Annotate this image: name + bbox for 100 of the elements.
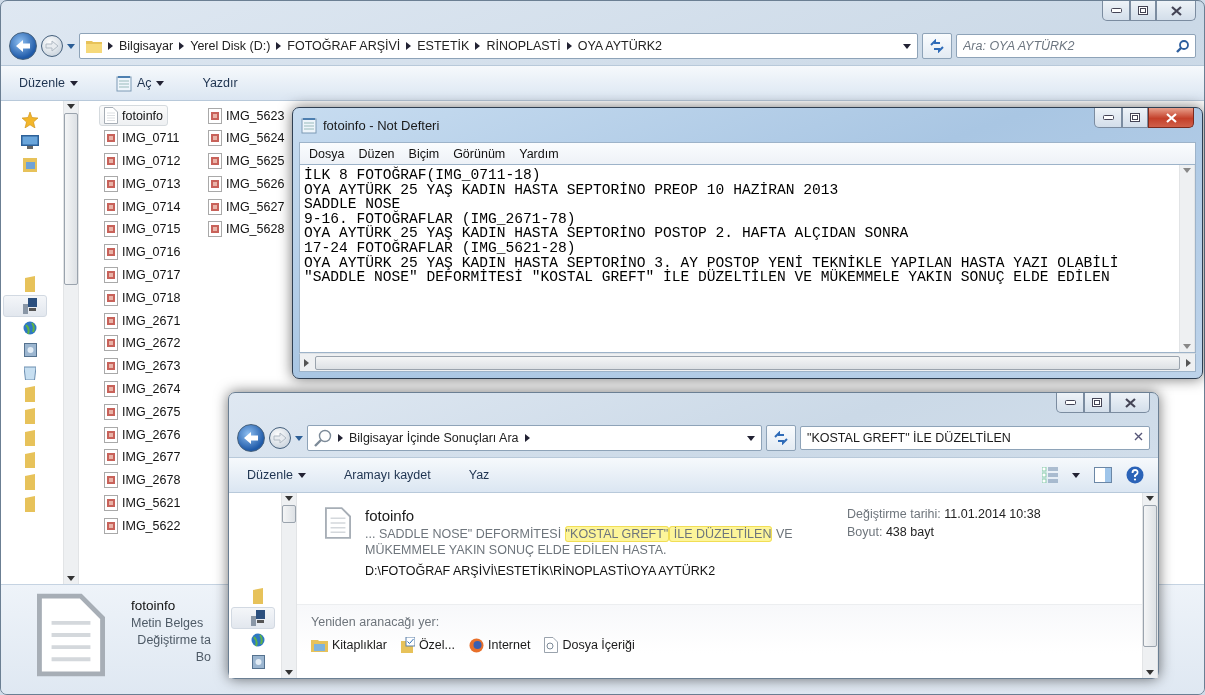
menu-item[interactable]: Dosya [302, 144, 352, 163]
close-icon [1170, 5, 1182, 16]
file-item[interactable]: IMG_5628 [203, 219, 290, 240]
image-file-icon [104, 403, 118, 420]
close-button[interactable] [1148, 108, 1194, 128]
toolbar-button[interactable]: Yazdır [198, 74, 242, 92]
back-button[interactable] [237, 424, 265, 452]
text-file-icon [104, 107, 118, 124]
file-item[interactable]: IMG_5627 [203, 196, 290, 218]
help-icon[interactable] [1126, 466, 1144, 484]
file-item[interactable]: IMG_2677 [99, 446, 186, 468]
address-bar[interactable]: Bilgisayar Yerel Disk (D:) FOTOĞRAF ARŞİVİ ESTETİK RİNOPLASTİ OYA AYTÜRK2 [79, 33, 918, 59]
file-item[interactable]: IMG_2674 [99, 378, 186, 400]
file-item[interactable]: IMG_0712 [99, 150, 186, 172]
close-button[interactable] [1156, 1, 1196, 21]
maximize-button[interactable] [1130, 1, 1156, 21]
nav-item[interactable] [231, 607, 275, 629]
file-item[interactable]: IMG_0717 [99, 264, 186, 286]
breadcrumb-item[interactable]: RİNOPLASTİ [486, 39, 561, 53]
address-bar[interactable]: Bilgisayar İçinde Sonuçları Ara [307, 425, 762, 451]
text-area[interactable] [299, 164, 1196, 353]
search-location-link[interactable]: Internet [469, 637, 531, 653]
scrollbar[interactable] [1179, 165, 1195, 352]
file-item[interactable]: fotoinfo [99, 105, 168, 126]
breadcrumb-item[interactable]: OYA AYTÜRK2 [577, 39, 662, 53]
menu-item[interactable]: Yardım [512, 144, 566, 163]
scroll-down-icon [1183, 344, 1191, 349]
minimize-button[interactable] [1094, 108, 1122, 128]
menu-item[interactable]: Düzen [351, 144, 402, 163]
refresh-button[interactable] [766, 425, 796, 451]
menu-button[interactable]: Düzenle [15, 74, 82, 92]
history-caret-icon [295, 435, 303, 441]
minimize-button[interactable] [1056, 393, 1084, 413]
back-button[interactable] [9, 32, 37, 60]
file-item[interactable]: IMG_2671 [99, 310, 186, 332]
file-item[interactable]: IMG_2678 [99, 469, 186, 491]
result-meta: Boyut: 438 bayt [847, 525, 935, 539]
image-file-icon [208, 198, 222, 215]
menu-button[interactable]: Düzenle [243, 466, 310, 484]
file-item[interactable]: IMG_0711 [99, 127, 185, 149]
nav-item[interactable] [3, 295, 47, 317]
breadcrumb-item[interactable]: Yerel Disk (D:) [190, 39, 271, 53]
file-item[interactable]: IMG_0718 [99, 287, 186, 309]
file-item[interactable]: IMG_5622 [99, 515, 186, 537]
file-item[interactable]: IMG_0714 [99, 196, 186, 218]
refresh-button[interactable] [922, 33, 952, 59]
file-item[interactable]: IMG_0713 [99, 173, 186, 195]
scrollbar-thumb[interactable] [282, 505, 296, 523]
scrollbar[interactable] [281, 493, 297, 678]
scrollbar[interactable] [1142, 493, 1158, 678]
scrollbar[interactable] [63, 101, 79, 584]
result-name[interactable]: fotoinfo [365, 507, 833, 524]
file-type: Metin Belges [131, 616, 205, 630]
menu-item[interactable]: Biçim [401, 144, 447, 163]
file-item[interactable]: IMG_2676 [99, 424, 186, 446]
forward-button[interactable] [269, 427, 291, 449]
file-item[interactable]: IMG_2673 [99, 355, 186, 377]
scrollbar-thumb[interactable] [64, 113, 78, 285]
preview-pane-icon[interactable] [1094, 467, 1112, 483]
file-item[interactable]: IMG_5626 [203, 173, 290, 195]
file-item[interactable]: IMG_5625 [203, 150, 290, 172]
toolbar-button[interactable]: Yaz [464, 466, 494, 484]
breadcrumb-item[interactable]: FOTOĞRAF ARŞİVİ [287, 39, 401, 53]
scroll-up-icon [285, 496, 293, 501]
breadcrumb-item[interactable]: Bilgisayar İçinde Sonuçları Ara [349, 431, 519, 445]
file-item[interactable]: IMG_5624 [203, 127, 290, 149]
toolbar-button[interactable]: Aramayı kaydet [339, 466, 435, 484]
search-location-link[interactable]: Kitaplıklar [311, 638, 387, 652]
image-file-icon [104, 358, 118, 375]
breadcrumb-caret-icon [179, 42, 185, 50]
scroll-up-icon [67, 104, 75, 109]
recycle-bin-icon [24, 364, 36, 380]
file-item[interactable]: IMG_2675 [99, 401, 186, 423]
open-button[interactable]: Aç [111, 72, 169, 94]
file-item[interactable]: IMG_0715 [99, 219, 186, 240]
scrollbar-thumb[interactable] [315, 355, 1180, 370]
maximize-button[interactable] [1122, 108, 1148, 128]
search-field[interactable]: "KOSTAL GREFT" İLE DÜZELTİLEN [800, 426, 1150, 450]
breadcrumb-item[interactable]: ESTETİK [417, 39, 470, 53]
folder-check-icon [400, 637, 415, 653]
file-item[interactable]: IMG_0716 [99, 241, 186, 263]
search-field[interactable]: Ara: OYA AYTÜRK2 [956, 34, 1196, 58]
file-item[interactable]: IMG_5621 [99, 492, 186, 514]
search-location-link[interactable]: Dosya İçeriği [544, 637, 635, 653]
forward-button[interactable] [41, 35, 63, 57]
search-location-link[interactable]: Özel... [400, 637, 455, 653]
file-item[interactable]: IMG_2672 [99, 332, 186, 354]
horizontal-scrollbar[interactable] [299, 353, 1196, 372]
detail-label: Bo [194, 650, 211, 664]
minimize-button[interactable] [1102, 1, 1130, 21]
image-file-icon [208, 221, 222, 238]
scrollbar-thumb[interactable] [1143, 505, 1157, 647]
image-file-icon [104, 426, 118, 443]
maximize-button[interactable] [1084, 393, 1110, 413]
menu-item[interactable]: Görünüm [446, 144, 513, 163]
close-button[interactable] [1110, 393, 1150, 413]
computer-icon [23, 298, 37, 314]
file-item[interactable]: IMG_5623 [203, 105, 290, 126]
file-name: fotoinfo [131, 598, 177, 613]
breadcrumb-item[interactable]: Bilgisayar [119, 39, 174, 53]
